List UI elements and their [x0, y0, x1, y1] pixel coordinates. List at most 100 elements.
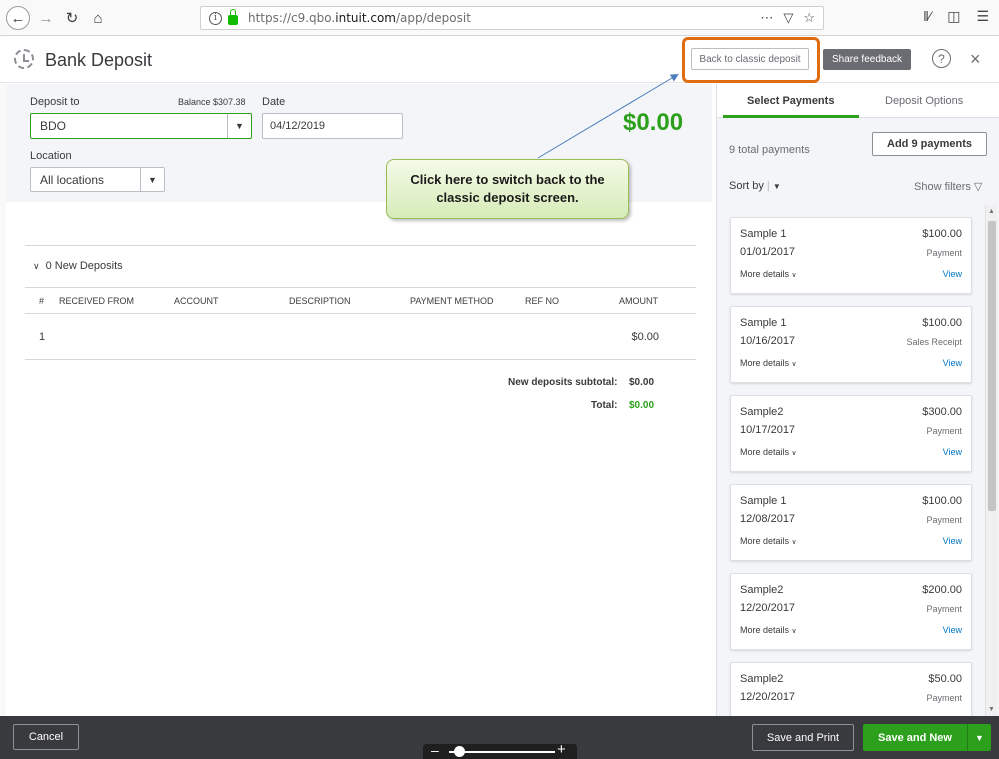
back-arrow-icon[interactable]: ← — [6, 6, 30, 30]
zoom-in-icon[interactable]: + — [557, 741, 566, 758]
total-label: Total: — [591, 400, 618, 411]
forward-arrow-icon[interactable]: → — [34, 6, 58, 30]
total-value: $0.00 — [629, 400, 655, 411]
payment-name: Sample 1 — [740, 495, 787, 507]
payment-amount: $200.00 — [922, 584, 962, 596]
payment-name: Sample 1 — [740, 317, 787, 329]
payment-date: 12/20/2017 — [740, 691, 796, 703]
view-link[interactable]: View — [943, 447, 962, 457]
view-link[interactable]: View — [943, 269, 962, 279]
more-details-label: More details — [740, 447, 790, 457]
payments-scrollbar[interactable]: ▲ ▼ — [985, 205, 998, 716]
column-header: AMOUNT — [619, 296, 658, 306]
payment-card[interactable]: Sample 1 $100.00 01/01/2017 Payment More… — [730, 217, 972, 294]
payments-panel: Select Payments Deposit Options 9 total … — [716, 84, 999, 716]
more-details-link[interactable]: More details ∨ — [740, 447, 797, 457]
zoom-out-icon[interactable]: – — [431, 742, 439, 758]
new-deposits-label: 0 New Deposits — [45, 260, 123, 272]
bookmark-star-icon[interactable]: ☆ — [803, 10, 815, 26]
info-icon[interactable]: i — [209, 11, 222, 25]
help-icon[interactable]: ? — [932, 49, 951, 68]
more-details-link[interactable]: More details ∨ — [740, 625, 797, 635]
payment-type: Payment — [926, 515, 962, 525]
chevron-down-icon[interactable]: ▼ — [140, 168, 164, 191]
payment-card[interactable]: Sample 1 $100.00 10/16/2017 Sales Receip… — [730, 306, 972, 383]
panel-tabs: Select Payments Deposit Options — [717, 84, 999, 118]
deposit-to-value: BDO — [40, 119, 67, 133]
sort-by-label: Sort by — [729, 180, 764, 192]
tab-deposit-options[interactable]: Deposit Options — [885, 95, 963, 107]
more-details-link[interactable]: More details ∨ — [740, 269, 797, 279]
cancel-button[interactable]: Cancel — [13, 724, 79, 750]
balance-text: Balance $307.38 — [178, 97, 246, 107]
pocket-icon[interactable]: ▽ — [783, 10, 793, 26]
payment-type: Payment — [926, 426, 962, 436]
library-icon[interactable]: ‖⁄ — [923, 8, 931, 25]
show-filters-button[interactable]: Show filters ▽ — [914, 180, 982, 193]
page-title: Bank Deposit — [45, 50, 153, 70]
zoom-knob[interactable] — [454, 746, 465, 757]
scroll-up-icon[interactable]: ▲ — [988, 208, 995, 215]
share-feedback-button[interactable]: Share feedback — [823, 49, 911, 70]
column-header: REF NO — [525, 296, 560, 306]
payment-card[interactable]: Sample2 $50.00 12/20/2017 Payment — [730, 662, 972, 716]
page-actions-icon[interactable]: ⋯ — [760, 10, 773, 26]
payment-name: Sample2 — [740, 673, 784, 685]
sort-by-dropdown[interactable]: Sort by | ▼ — [729, 180, 781, 192]
payment-card[interactable]: Sample2 $200.00 12/20/2017 Payment More … — [730, 573, 972, 650]
save-and-new-button[interactable]: Save and New — [863, 724, 967, 751]
payment-type: Payment — [926, 693, 962, 703]
more-details-link[interactable]: More details ∨ — [740, 358, 797, 368]
payment-name: Sample2 — [740, 406, 784, 418]
view-link[interactable]: View — [943, 358, 962, 368]
save-and-print-button[interactable]: Save and Print — [752, 724, 854, 751]
history-icon[interactable] — [14, 49, 34, 69]
active-tab-indicator — [723, 115, 859, 118]
add-payments-button[interactable]: Add 9 payments — [872, 132, 987, 156]
total-payments-count: 9 total payments — [729, 144, 810, 156]
payment-card[interactable]: Sample 1 $100.00 12/08/2017 Payment More… — [730, 484, 972, 561]
new-deposits-toggle[interactable]: ∨ 0 New Deposits — [33, 260, 123, 272]
table-header: # RECEIVED FROM ACCOUNT DESCRIPTION PAYM… — [25, 287, 696, 314]
view-link[interactable]: View — [943, 536, 962, 546]
payment-date: 10/16/2017 — [740, 335, 796, 347]
date-field[interactable]: 04/12/2019 — [262, 113, 403, 139]
scroll-down-icon[interactable]: ▼ — [988, 706, 995, 713]
scroll-thumb[interactable] — [988, 221, 996, 511]
payment-amount: $50.00 — [928, 673, 962, 685]
location-select[interactable]: All locations ▼ — [30, 167, 165, 192]
show-filters-label: Show filters — [914, 181, 971, 193]
callout-note: Click here to switch back to the classic… — [386, 159, 629, 219]
url-bar[interactable]: i https://c9.qbo.intuit.com/app/deposit … — [200, 6, 824, 30]
browser-toolbar: ← → ↻ ⌂ i https://c9.qbo.intuit.com/app/… — [0, 0, 999, 36]
payment-type: Payment — [926, 248, 962, 258]
zoom-slider[interactable]: – + — [423, 741, 577, 759]
view-link[interactable]: View — [943, 625, 962, 635]
payment-card[interactable]: Sample2 $300.00 10/17/2017 Payment More … — [730, 395, 972, 472]
chevron-down-icon: ∨ — [791, 272, 797, 279]
more-details-label: More details — [740, 269, 790, 279]
sidebar-icon[interactable]: ◫ — [947, 8, 960, 25]
close-icon[interactable]: × — [970, 49, 981, 70]
reload-icon[interactable]: ↻ — [60, 6, 84, 30]
chevron-down-icon[interactable]: ▼ — [227, 114, 251, 138]
payment-amount: $300.00 — [922, 406, 962, 418]
lock-icon — [228, 9, 238, 25]
tab-select-payments[interactable]: Select Payments — [747, 95, 834, 107]
payment-amount: $100.00 — [922, 228, 962, 240]
date-label: Date — [262, 96, 286, 108]
location-value: All locations — [40, 172, 105, 187]
deposit-to-select[interactable]: BDO ▼ — [30, 113, 252, 139]
page-header: Bank Deposit Back to classic deposit Sha… — [0, 37, 999, 83]
chevron-down-icon[interactable]: ▼ — [967, 724, 991, 751]
back-to-classic-button[interactable]: Back to classic deposit — [691, 48, 809, 70]
menu-icon[interactable]: ☰ — [976, 8, 989, 25]
payment-date: 12/20/2017 — [740, 602, 796, 614]
table-row[interactable]: 1 $0.00 — [25, 315, 696, 360]
chevron-down-icon: ∨ — [791, 628, 797, 635]
payment-name: Sample 1 — [740, 228, 787, 240]
more-details-link[interactable]: More details ∨ — [740, 536, 797, 546]
home-icon[interactable]: ⌂ — [86, 6, 110, 30]
chevron-down-icon: ∨ — [791, 361, 797, 368]
payment-type: Payment — [926, 604, 962, 614]
